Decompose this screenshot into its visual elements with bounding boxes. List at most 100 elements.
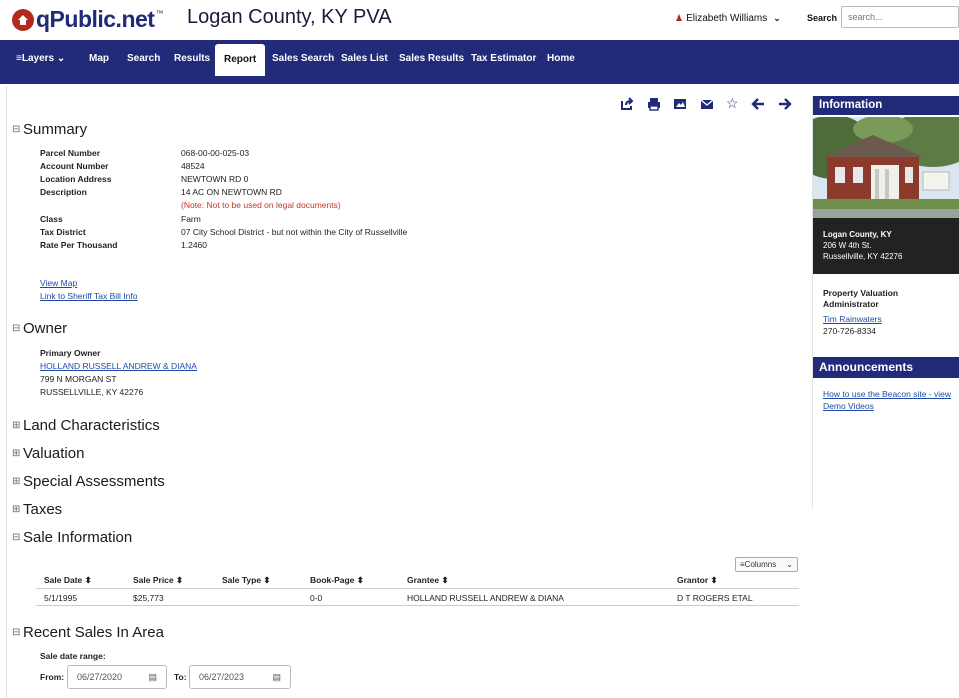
announcements-header: Announcements xyxy=(813,357,959,378)
image-icon[interactable] xyxy=(673,97,687,115)
summary-value: 068-00-00-025-03 xyxy=(181,148,250,158)
legal-note: (Note: Not to be used on legal documents… xyxy=(181,200,341,210)
table-divider xyxy=(36,605,799,606)
table-divider xyxy=(36,588,799,589)
pva-label: Property Valuation xyxy=(823,288,899,298)
demo-videos-link[interactable]: Demo Videos xyxy=(823,401,874,411)
nav-sales-results[interactable]: Sales Results xyxy=(399,53,464,64)
qpublic-logo[interactable]: qPublic.net ™ xyxy=(12,6,163,33)
summary-label: Rate Per Thousand xyxy=(40,240,118,250)
county-city: Russellville, KY 42276 xyxy=(823,252,903,261)
nav-results[interactable]: Results xyxy=(174,53,210,64)
nav-report[interactable]: Report xyxy=(215,44,266,76)
summary-label: Class xyxy=(40,214,63,224)
to-date-value: 06/27/2023 xyxy=(199,672,245,682)
expand-icon: ⊞ xyxy=(12,476,21,487)
nav-tax-estimator[interactable]: Tax Estimator xyxy=(471,53,536,64)
chevron-down-icon: ⌄ xyxy=(786,560,793,569)
owner-address-line1: 799 N MORGAN ST xyxy=(40,374,117,384)
section-title: Sale Information xyxy=(23,529,133,546)
table-cell: 5/1/1995 xyxy=(44,593,78,603)
from-date-value: 06/27/2020 xyxy=(77,672,123,682)
table-cell: 0-0 xyxy=(310,593,323,603)
county-address-panel: Logan County, KY 206 W 4th St. Russellvi… xyxy=(813,218,959,274)
owner-name-link[interactable]: HOLLAND RUSSELL ANDREW & DIANA xyxy=(40,361,197,371)
table-cell: $25,773 xyxy=(133,593,164,603)
col-sale-date[interactable]: Sale Date ⬍ xyxy=(44,575,92,586)
section-title: Recent Sales In Area xyxy=(23,624,164,641)
arrow-right-icon[interactable] xyxy=(778,97,792,115)
section-owner[interactable]: ⊟ Owner xyxy=(12,320,67,337)
view-map-link[interactable]: View Map xyxy=(40,278,77,288)
section-summary[interactable]: ⊟ Summary xyxy=(12,121,87,138)
top-header: qPublic.net ™ Logan County, KY PVA ♟ Eli… xyxy=(0,0,959,40)
expand-icon: ⊞ xyxy=(12,448,21,459)
section-land[interactable]: ⊞ Land Characteristics xyxy=(12,417,160,434)
nav-layers[interactable]: ≡Layers ⌄ xyxy=(16,53,65,64)
col-book-page[interactable]: Book-Page ⬍ xyxy=(310,575,364,586)
arrow-left-icon[interactable] xyxy=(751,97,765,115)
section-title: Special Assessments xyxy=(23,473,165,490)
summary-value: NEWTOWN RD 0 xyxy=(181,174,249,184)
section-special-assessments[interactable]: ⊞ Special Assessments xyxy=(12,473,165,490)
col-grantor[interactable]: Grantor ⬍ xyxy=(677,575,718,586)
sale-date-range-label: Sale date range: xyxy=(40,651,106,661)
pva-phone: 270-726-8334 xyxy=(823,326,876,336)
section-taxes[interactable]: ⊞ Taxes xyxy=(12,501,62,518)
col-sale-type[interactable]: Sale Type ⬍ xyxy=(222,575,271,586)
sheriff-tax-link[interactable]: Link to Sheriff Tax Bill Info xyxy=(40,291,138,301)
section-title: Owner xyxy=(23,320,68,337)
left-divider xyxy=(6,86,7,698)
beacon-help-link[interactable]: How to use the Beacon site - view xyxy=(823,389,951,399)
nav-sales-list[interactable]: Sales List xyxy=(341,53,388,64)
pva-label-2: Administrator xyxy=(823,299,879,309)
search-input[interactable] xyxy=(841,6,959,28)
summary-label: Parcel Number xyxy=(40,148,100,158)
section-recent-sales[interactable]: ⊟ Recent Sales In Area xyxy=(12,624,164,641)
info-header: Information xyxy=(813,96,959,115)
columns-button[interactable]: ≡Columns ⌄ xyxy=(735,557,798,572)
nav-home[interactable]: Home xyxy=(547,53,575,64)
summary-table: Parcel Number 068-00-00-025-03 Account N… xyxy=(40,147,540,277)
logo-trademark: ™ xyxy=(155,9,164,18)
county-street: 206 W 4th St. xyxy=(823,241,872,250)
main-nav: ≡Layers ⌄ Map Search Results Report Sale… xyxy=(0,40,959,84)
summary-label: Description xyxy=(40,187,87,197)
to-date-input[interactable]: 06/27/2023 ▤ xyxy=(189,665,291,689)
expand-icon: ⊞ xyxy=(12,420,21,431)
primary-owner-label: Primary Owner xyxy=(40,348,101,358)
share-icon[interactable] xyxy=(620,97,634,115)
columns-label: ≡Columns xyxy=(740,560,777,569)
to-label: To: xyxy=(174,672,187,682)
section-title: Land Characteristics xyxy=(23,417,160,434)
collapse-icon: ⊟ xyxy=(12,323,21,334)
table-cell: D T ROGERS ETAL xyxy=(677,593,753,603)
summary-label: Tax District xyxy=(40,227,86,237)
table-cell: HOLLAND RUSSELL ANDREW & DIANA xyxy=(407,593,564,603)
col-sale-price[interactable]: Sale Price ⬍ xyxy=(133,575,183,586)
expand-icon: ⊞ xyxy=(12,504,21,515)
chevron-down-icon: ⌄ xyxy=(56,53,66,64)
logo-text: qPublic.net xyxy=(36,6,155,32)
nav-map[interactable]: Map xyxy=(89,53,109,64)
courthouse-photo xyxy=(813,117,959,218)
collapse-icon: ⊟ xyxy=(12,124,21,135)
summary-label: Location Address xyxy=(40,174,112,184)
nav-layers-label: ≡Layers xyxy=(16,53,55,64)
owner-address-line2: RUSSELLVILLE, KY 42276 xyxy=(40,387,144,397)
calendar-icon: ▤ xyxy=(272,672,281,682)
from-label: From: xyxy=(40,672,65,682)
search-label: Search xyxy=(807,13,838,23)
nav-search[interactable]: Search xyxy=(127,53,160,64)
star-icon[interactable]: ☆ xyxy=(726,95,739,112)
user-menu[interactable]: ♟ Elizabeth Williams ⌄ xyxy=(675,13,781,24)
col-grantee[interactable]: Grantee ⬍ xyxy=(407,575,449,586)
email-icon[interactable] xyxy=(700,97,714,115)
nav-sales-search[interactable]: Sales Search xyxy=(272,53,334,64)
section-sale-information[interactable]: ⊟ Sale Information xyxy=(12,529,132,546)
print-icon[interactable] xyxy=(647,97,661,115)
pva-name-link[interactable]: Tim Rainwaters xyxy=(823,314,882,324)
county-name: Logan County, KY xyxy=(823,230,892,239)
section-valuation[interactable]: ⊞ Valuation xyxy=(12,445,84,462)
from-date-input[interactable]: 06/27/2020 ▤ xyxy=(67,665,167,689)
